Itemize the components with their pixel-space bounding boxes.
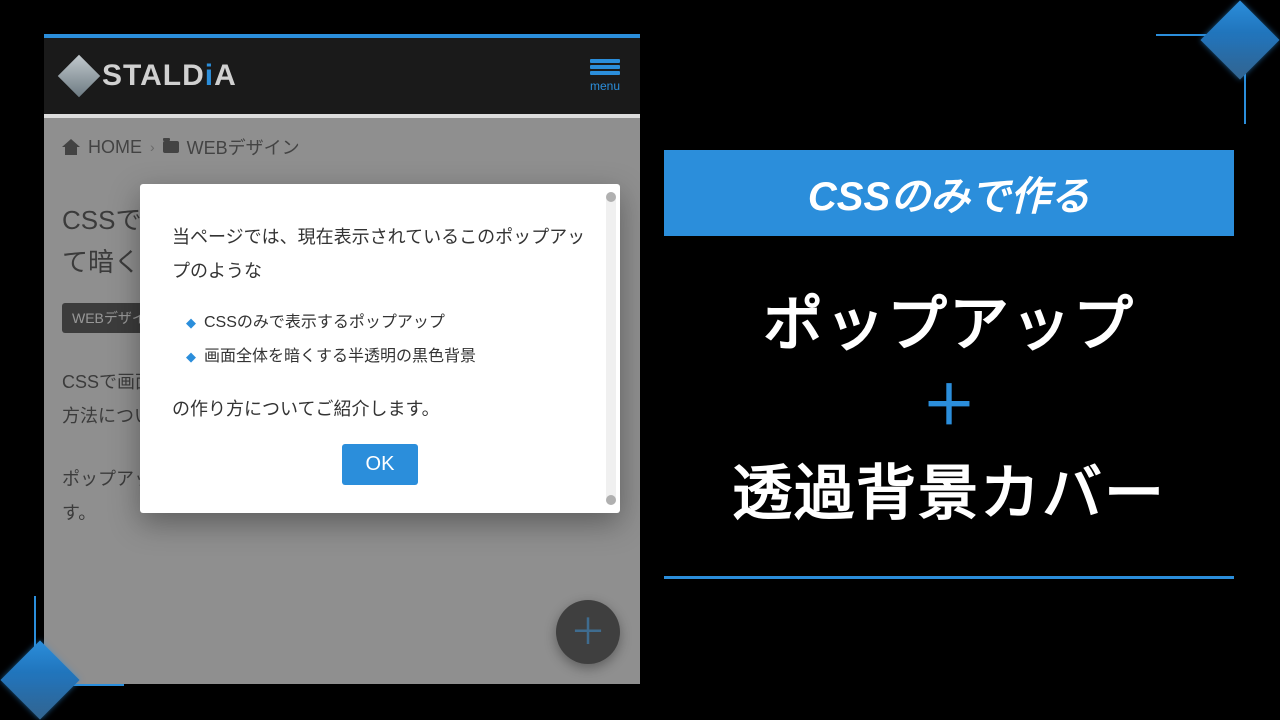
popup-bullet: 画面全体を暗くする半透明の黒色背景 (186, 340, 588, 374)
banner-divider (664, 576, 1234, 579)
hamburger-icon (590, 65, 620, 69)
banner-headline: CSSのみで作る (664, 150, 1234, 236)
logo-mark-icon (58, 55, 100, 97)
banner-main-2: 透過背景カバー (732, 445, 1166, 532)
site-logo[interactable]: STALDiA (64, 59, 237, 93)
banner-headline-em: CSSのみ (808, 175, 970, 219)
banner-headline-rest: で作る (970, 175, 1090, 219)
hamburger-icon (590, 59, 620, 63)
menu-button[interactable]: menu (590, 59, 620, 93)
scrollbar-arrow-up-icon[interactable] (606, 192, 616, 202)
scrollbar-arrow-down-icon[interactable] (606, 495, 616, 505)
popup-tail-text: の作り方についてご紹介します。 (172, 392, 588, 426)
brand-accent: i (205, 59, 214, 92)
brand-text: STALD (102, 59, 205, 92)
banner: CSSのみで作る ポップアップ ＋ 透過背景カバー (664, 150, 1234, 579)
popup-bullet: CSSのみで表示するポップアップ (186, 306, 588, 340)
website-preview: STALDiA menu HOME › WEBデザイン CSSでポップアップ作成… (44, 34, 640, 684)
ok-button[interactable]: OK (342, 444, 419, 485)
scrollbar-track[interactable] (606, 192, 616, 505)
menu-label: menu (590, 79, 620, 93)
popup-lead-text: 当ページでは、現在表示されているこのポップアップのような (172, 220, 588, 288)
brand-text: A (214, 59, 237, 92)
site-header: STALDiA menu (44, 34, 640, 114)
popup-dialog: 当ページでは、現在表示されているこのポップアップのような CSSのみで表示するポ… (140, 184, 620, 513)
banner-plus-icon: ＋ (922, 379, 976, 433)
banner-main-1: ポップアップ (763, 276, 1135, 363)
hamburger-icon (590, 71, 620, 75)
